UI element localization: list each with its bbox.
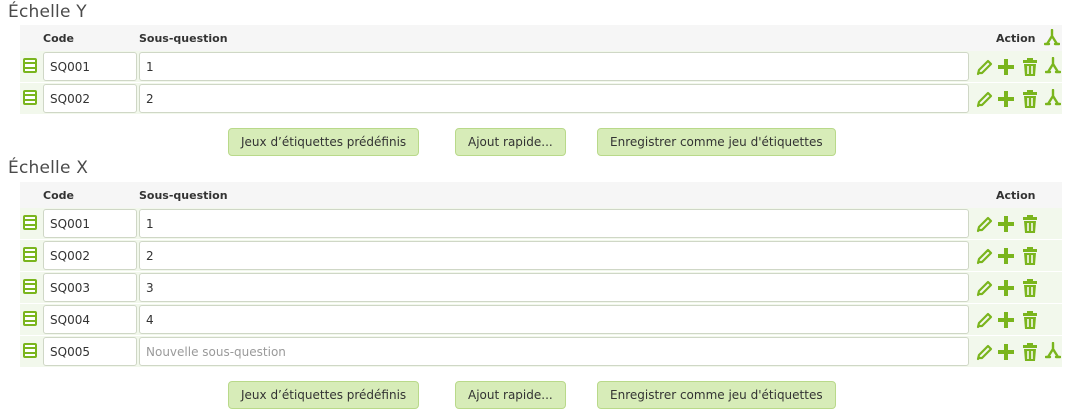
plus-icon[interactable] <box>997 214 1015 234</box>
plus-icon[interactable] <box>997 310 1015 330</box>
plus-icon[interactable] <box>997 342 1015 362</box>
code-field[interactable] <box>43 241 137 270</box>
row-actions <box>975 310 1065 330</box>
drag-handle-icon[interactable] <box>23 58 37 73</box>
row-actions <box>975 57 1065 77</box>
section-title: Échelle Y <box>8 2 87 22</box>
pencil-icon[interactable] <box>975 214 993 234</box>
table-header: Code Sous-question Action <box>20 182 1062 208</box>
code-field[interactable] <box>43 273 137 302</box>
save-labelset-button[interactable]: Enregistrer comme jeu d'étiquettes <box>597 128 836 156</box>
plus-icon[interactable] <box>997 57 1015 77</box>
predefined-labelsets-button[interactable]: Jeux d’étiquettes prédéfinis <box>228 381 420 409</box>
header-action: Action <box>996 189 1036 202</box>
trash-icon[interactable] <box>1021 310 1039 330</box>
pencil-icon[interactable] <box>975 278 993 298</box>
code-field[interactable] <box>43 209 137 238</box>
drag-handle-icon[interactable] <box>23 279 37 294</box>
pencil-icon[interactable] <box>975 342 993 362</box>
trash-icon[interactable] <box>1021 89 1039 109</box>
trash-icon[interactable] <box>1021 278 1039 298</box>
header-code: Code <box>43 189 74 202</box>
plus-icon[interactable] <box>997 89 1015 109</box>
code-field[interactable] <box>43 337 137 366</box>
drag-handle-icon[interactable] <box>23 343 37 358</box>
pencil-icon[interactable] <box>975 57 993 77</box>
table-header: Code Sous-question Action <box>20 25 1062 51</box>
trash-icon[interactable] <box>1021 214 1039 234</box>
row-actions <box>975 342 1065 362</box>
table-row <box>20 208 1062 239</box>
header-code: Code <box>43 32 74 45</box>
subquestion-field[interactable] <box>139 84 969 113</box>
subquestion-field[interactable] <box>139 305 969 334</box>
section-title: Échelle X <box>8 158 89 178</box>
code-field[interactable] <box>43 305 137 334</box>
header-subquestion: Sous-question <box>139 32 228 45</box>
header-action: Action <box>996 32 1036 45</box>
table-row <box>20 336 1062 367</box>
subquestion-field[interactable] <box>139 273 969 302</box>
code-field[interactable] <box>43 52 137 81</box>
table-row <box>20 272 1062 303</box>
subquestion-field[interactable] <box>139 337 969 366</box>
subquestion-field[interactable] <box>139 52 969 81</box>
drag-handle-icon[interactable] <box>23 247 37 262</box>
row-actions <box>975 89 1065 109</box>
header-subquestion: Sous-question <box>139 189 228 202</box>
subquestion-field[interactable] <box>139 241 969 270</box>
table-row <box>20 51 1062 82</box>
branch-icon[interactable] <box>1045 342 1063 362</box>
quick-add-button[interactable]: Ajout rapide... <box>455 381 566 409</box>
trash-icon[interactable] <box>1021 57 1039 77</box>
pencil-icon[interactable] <box>975 310 993 330</box>
table-row <box>20 304 1062 335</box>
plus-icon[interactable] <box>997 278 1015 298</box>
trash-icon[interactable] <box>1021 342 1039 362</box>
predefined-labelsets-button[interactable]: Jeux d’étiquettes prédéfinis <box>228 128 420 156</box>
row-actions <box>975 246 1065 266</box>
drag-handle-icon[interactable] <box>23 215 37 230</box>
row-actions <box>975 278 1065 298</box>
pencil-icon[interactable] <box>975 246 993 266</box>
table-row <box>20 83 1062 114</box>
row-actions <box>975 214 1065 234</box>
drag-handle-icon[interactable] <box>23 90 37 105</box>
save-labelset-button[interactable]: Enregistrer comme jeu d'étiquettes <box>597 381 836 409</box>
trash-icon[interactable] <box>1021 246 1039 266</box>
branch-icon[interactable] <box>1044 29 1062 49</box>
drag-handle-icon[interactable] <box>23 311 37 326</box>
quick-add-button[interactable]: Ajout rapide... <box>455 128 566 156</box>
table-row <box>20 240 1062 271</box>
pencil-icon[interactable] <box>975 89 993 109</box>
plus-icon[interactable] <box>997 246 1015 266</box>
branch-icon[interactable] <box>1045 57 1063 77</box>
subquestion-field[interactable] <box>139 209 969 238</box>
branch-icon[interactable] <box>1045 89 1063 109</box>
code-field[interactable] <box>43 84 137 113</box>
